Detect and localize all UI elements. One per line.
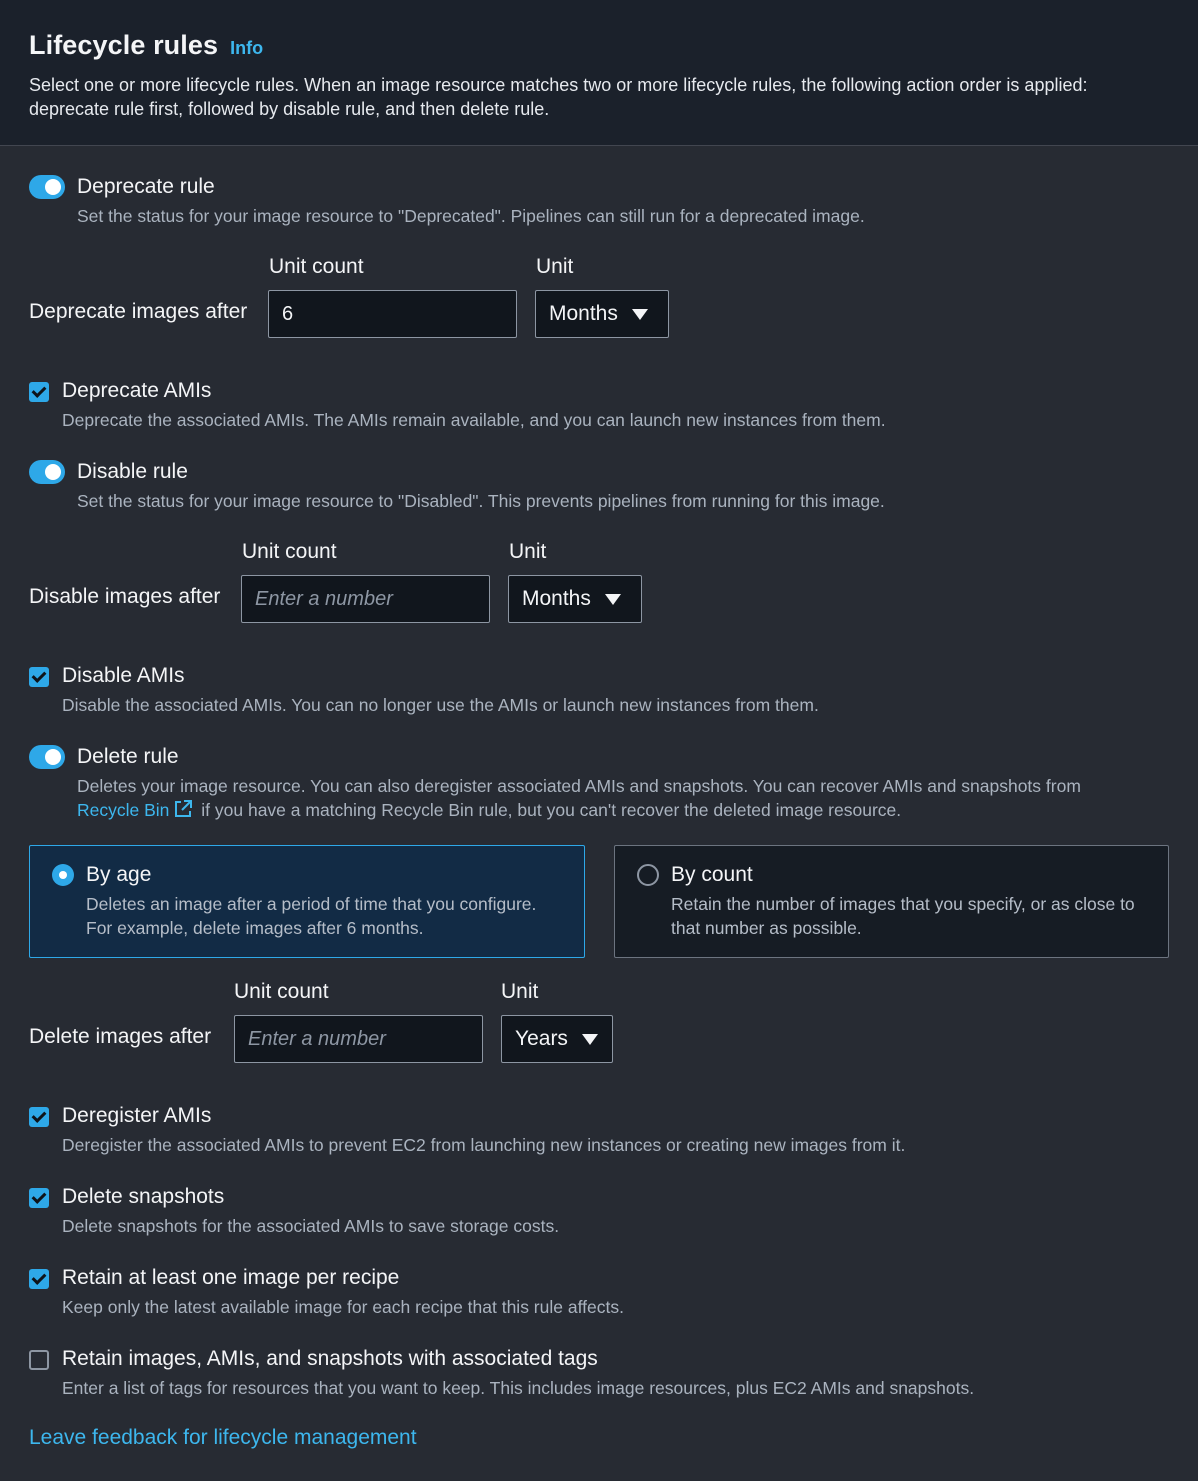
deprecate-images-after-label: Deprecate images after	[29, 300, 248, 323]
delete-images-after-label: Delete images after	[29, 1025, 212, 1048]
delete-unit-label: Unit	[501, 980, 539, 1003]
caret-down-icon	[604, 593, 621, 605]
by-count-radio[interactable]	[637, 864, 659, 886]
retain-tagged-row: Retain images, AMIs, and snapshots with …	[29, 1346, 974, 1400]
by-count-tile[interactable]: By count Retain the number of images tha…	[614, 845, 1169, 958]
disable-rule-toggle[interactable]	[29, 460, 65, 484]
delete-unit-count-label: Unit count	[234, 980, 329, 1003]
deprecate-amis-row: Deprecate AMIs Deprecate the associated …	[29, 378, 886, 432]
disable-unit-count-input[interactable]	[241, 575, 490, 623]
caret-down-icon	[631, 308, 648, 320]
info-link[interactable]: Info	[230, 38, 263, 59]
deregister-amis-row: Deregister AMIs Deregister the associate…	[29, 1103, 905, 1157]
deprecate-amis-label: Deprecate AMIs	[62, 379, 212, 402]
deprecate-unit-count-label: Unit count	[269, 255, 364, 278]
external-link-icon[interactable]	[173, 799, 193, 819]
retain-tagged-label: Retain images, AMIs, and snapshots with …	[62, 1347, 598, 1370]
deprecate-unit-selected-value: Months	[549, 302, 618, 325]
disable-amis-checkbox[interactable]	[29, 667, 49, 687]
delete-rule-toggle-row: Delete rule Deletes your image resource.…	[29, 744, 1147, 822]
delete-rule-description-start: Deletes your image resource. You can als…	[77, 776, 1081, 796]
header-title-row: Lifecycle rules Info	[29, 30, 1169, 61]
by-age-tile[interactable]: By age Deletes an image after a period o…	[29, 845, 585, 958]
delete-rule-description: Deletes your image resource. You can als…	[77, 774, 1147, 822]
disable-images-after-label: Disable images after	[29, 585, 221, 608]
header-description: Select one or more lifecycle rules. When…	[29, 75, 1088, 119]
delete-rule-description-end: if you have a matching Recycle Bin rule,…	[201, 800, 902, 820]
delete-unit-selected-value: Years	[515, 1027, 568, 1050]
disable-unit-count-label: Unit count	[242, 540, 337, 563]
retain-one-image-description: Keep only the latest available image for…	[62, 1297, 624, 1317]
deprecate-rule-description: Set the status for your image resource t…	[77, 206, 865, 226]
by-count-description: Retain the number of images that you spe…	[671, 894, 1135, 938]
disable-rule-label: Disable rule	[77, 460, 188, 483]
deprecate-amis-checkbox[interactable]	[29, 382, 49, 402]
retain-one-image-checkbox[interactable]	[29, 1269, 49, 1289]
retain-one-image-row: Retain at least one image per recipe Kee…	[29, 1265, 624, 1319]
deprecate-unit-label: Unit	[536, 255, 574, 278]
delete-snapshots-checkbox[interactable]	[29, 1188, 49, 1208]
deregister-amis-label: Deregister AMIs	[62, 1104, 212, 1127]
deprecate-rule-toggle[interactable]	[29, 175, 65, 199]
deregister-amis-checkbox[interactable]	[29, 1107, 49, 1127]
retain-one-image-label: Retain at least one image per recipe	[62, 1266, 400, 1289]
delete-rule-toggle[interactable]	[29, 745, 65, 769]
delete-snapshots-label: Delete snapshots	[62, 1185, 225, 1208]
disable-amis-label: Disable AMIs	[62, 664, 185, 687]
disable-rule-toggle-row: Disable rule Set the status for your ima…	[29, 459, 885, 513]
recycle-bin-link[interactable]: Recycle Bin	[77, 800, 169, 820]
retain-tagged-checkbox[interactable]	[29, 1350, 49, 1370]
deregister-amis-description: Deregister the associated AMIs to preven…	[62, 1135, 906, 1155]
feedback-link[interactable]: Leave feedback for lifecycle management	[29, 1426, 417, 1450]
delete-unit-select[interactable]: Years	[501, 1015, 613, 1063]
disable-amis-row: Disable AMIs Disable the associated AMIs…	[29, 663, 819, 717]
deprecate-unit-select[interactable]: Months	[535, 290, 669, 338]
caret-down-icon	[581, 1033, 598, 1045]
by-count-label: By count	[671, 863, 753, 886]
retain-tagged-description: Enter a list of tags for resources that …	[62, 1378, 975, 1398]
disable-rule-description: Set the status for your image resource t…	[77, 491, 885, 511]
section-header: Lifecycle rules Info Select one or more …	[0, 0, 1198, 146]
disable-amis-description: Disable the associated AMIs. You can no …	[62, 695, 819, 715]
delete-snapshots-description: Delete snapshots for the associated AMIs…	[62, 1216, 560, 1236]
by-age-radio[interactable]	[52, 864, 74, 886]
disable-unit-selected-value: Months	[522, 587, 591, 610]
deprecate-amis-description: Deprecate the associated AMIs. The AMIs …	[62, 410, 886, 430]
delete-unit-count-input[interactable]	[234, 1015, 483, 1063]
delete-snapshots-row: Delete snapshots Delete snapshots for th…	[29, 1184, 559, 1238]
deprecate-unit-count-input[interactable]	[268, 290, 517, 338]
by-age-label: By age	[86, 863, 152, 886]
delete-rule-label: Delete rule	[77, 745, 179, 768]
deprecate-rule-label: Deprecate rule	[77, 175, 215, 198]
disable-unit-label: Unit	[509, 540, 547, 563]
by-age-description: Deletes an image after a period of time …	[86, 894, 537, 938]
page-title: Lifecycle rules	[29, 30, 219, 60]
deprecate-rule-toggle-row: Deprecate rule Set the status for your i…	[29, 174, 865, 228]
disable-unit-select[interactable]: Months	[508, 575, 642, 623]
